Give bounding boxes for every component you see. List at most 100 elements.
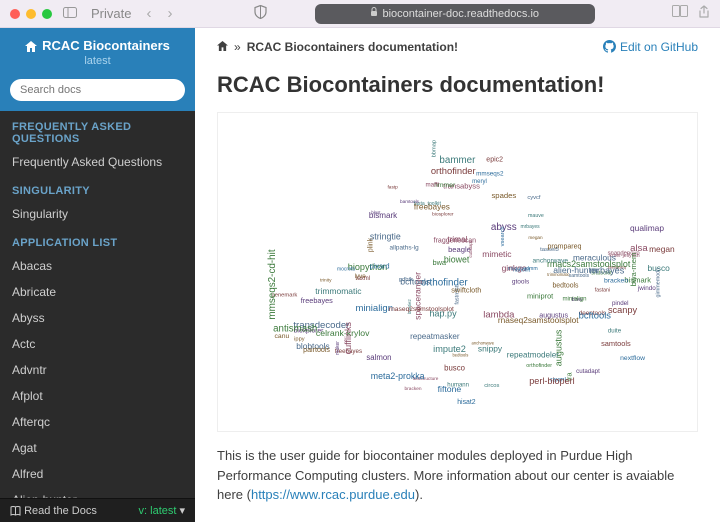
version-switcher[interactable]: v: latest [139,505,177,517]
svg-text:maker: maker [334,341,340,355]
svg-text:busco: busco [444,363,465,372]
sidebar-item[interactable]: Abyss [0,305,195,331]
svg-text:fastp: fastp [387,184,398,190]
svg-text:biowet: biowet [443,255,469,265]
address-bar[interactable]: biocontainer-doc.readthedocs.io [315,4,595,24]
svg-text:bcftools: bcftools [400,276,431,286]
svg-text:nextflow: nextflow [620,355,645,362]
sidebar-item[interactable]: Alfred [0,461,195,487]
svg-text:epic2: epic2 [486,157,503,164]
sidebar-nav[interactable]: FREQUENTLY ASKED QUESTIONSFrequently Ask… [0,111,195,498]
project-title: RCAC Biocontainers [42,38,170,53]
rtd-label: Read the Docs [24,505,97,517]
sidebar-item[interactable]: Afterqc [0,409,195,435]
svg-text:repeatmasker: repeatmasker [410,332,460,341]
svg-text:freebayes: freebayes [413,203,449,212]
page-description: This is the user guide for biocontainer … [217,446,698,505]
svg-text:bcftools: bcftools [578,310,611,321]
svg-text:salmon: salmon [366,353,391,362]
svg-text:hisat2: hisat2 [457,399,476,406]
minimize-window-button[interactable] [26,9,36,19]
back-button[interactable]: ‹ [142,5,155,22]
sidebar-item[interactable]: Singularity [0,201,195,227]
lock-icon [370,7,378,20]
sidebar-item[interactable]: Agat [0,435,195,461]
svg-text:augustus: augustus [539,311,568,319]
svg-text:duite: duite [607,328,621,335]
sidebar-toggle-icon[interactable] [60,6,80,21]
svg-text:mocreta: mocreta [336,267,354,273]
sidebar-item[interactable]: Actc [0,331,195,357]
svg-text:minialign: minialign [562,296,586,303]
rcac-link[interactable]: https://www.rcac.purdue.edu [251,487,415,502]
svg-text:miniprot: miniprot [526,291,552,300]
svg-text:pixard: pixard [369,262,389,271]
close-window-button[interactable] [10,9,20,19]
share-icon[interactable] [698,5,710,22]
privacy-shield-icon[interactable] [254,5,267,22]
svg-text:bismark: bismark [368,211,397,220]
sidebar-item[interactable]: Alien-hunter [0,487,195,498]
svg-text:cufflinks: cufflinks [342,322,352,355]
svg-text:mmseqs2: mmseqs2 [476,171,504,178]
breadcrumb-current: RCAC Biocontainers documentation! [247,40,458,54]
svg-text:allpaths-lg: allpaths-lg [389,244,419,251]
svg-text:raxml: raxml [355,276,370,282]
main-content[interactable]: » RCAC Biocontainers documentation! Edit… [195,28,720,522]
reader-icon[interactable] [672,5,688,22]
svg-text:qualimap: qualimap [630,223,664,233]
svg-text:anchorwave: anchorwave [532,257,568,264]
svg-text:bismark: bismark [624,275,651,284]
svg-text:bracken: bracken [603,278,627,285]
book-icon [10,505,24,517]
sidebar-item[interactable]: Afplot [0,383,195,409]
svg-text:megan: megan [649,244,675,254]
sidebar: RCAC Biocontainers latest FREQUENTLY ASK… [0,28,195,522]
svg-text:mmseqs2-cd-hit: mmseqs2-cd-hit [266,249,277,319]
maximize-window-button[interactable] [42,9,52,19]
svg-text:snippy: snippy [477,343,502,353]
svg-text:bracken: bracken [404,386,421,392]
svg-text:cyvcf: cyvcf [527,195,541,201]
sidebar-item[interactable]: Abacas [0,253,195,279]
svg-text:augustus: augustus [553,329,563,366]
svg-text:alsa: alsa [630,243,648,254]
svg-text:mauve: mauve [527,213,543,219]
svg-text:jwindo: jwindo [636,285,655,292]
search-input[interactable] [10,79,185,101]
svg-text:gimmemodn: gimmemodn [655,268,661,298]
svg-text:orthofinder: orthofinder [430,165,475,176]
home-icon [25,38,37,53]
svg-text:scanpy: scanpy [607,305,637,315]
sidebar-item[interactable]: Advntr [0,357,195,383]
svg-text:samtools: samtools [601,339,631,348]
svg-text:nanofilt: nanofilt [512,267,530,273]
github-icon [603,40,616,54]
svg-text:gtools: gtools [511,278,529,285]
rtd-footer[interactable]: Read the Docs v: latest ▾ [0,498,195,522]
sidebar-item[interactable]: Abricate [0,279,195,305]
svg-text:mafft: mafft [425,181,439,188]
svg-text:spades: spades [491,191,516,200]
svg-text:bedtools: bedtools [452,353,468,358]
sidebar-header[interactable]: RCAC Biocontainers latest [0,28,195,73]
svg-text:mimetic: mimetic [482,249,512,259]
svg-text:bbmap: bbmap [431,140,437,157]
edit-on-github-link[interactable]: Edit on GitHub [603,40,698,54]
browser-chrome: Private ‹ › biocontainer-doc.readthedocs… [0,0,720,28]
svg-text:bammer: bammer [439,155,476,166]
forward-button[interactable]: › [163,5,176,22]
page-title: RCAC Biocontainers documentation! [217,72,698,98]
breadcrumb-home-icon[interactable] [217,40,228,54]
window-controls [10,9,52,19]
svg-text:fastani: fastani [594,288,609,294]
url-text: biocontainer-doc.readthedocs.io [382,8,539,20]
svg-text:minialign: minialign [355,303,393,314]
sidebar-item[interactable]: Frequently Asked Questions [0,149,195,175]
svg-text:ippy: ippy [294,337,305,343]
sidebar-heading: SINGULARITY [0,175,195,201]
svg-text:trinity: trinity [320,278,332,284]
svg-text:orthofinder: orthofinder [526,363,552,369]
wordcloud-image: orthofindermeganbwaanchorwavecutadaptmrb… [217,112,698,432]
svg-text:perl-bioperl: perl-bioperl [529,376,575,386]
